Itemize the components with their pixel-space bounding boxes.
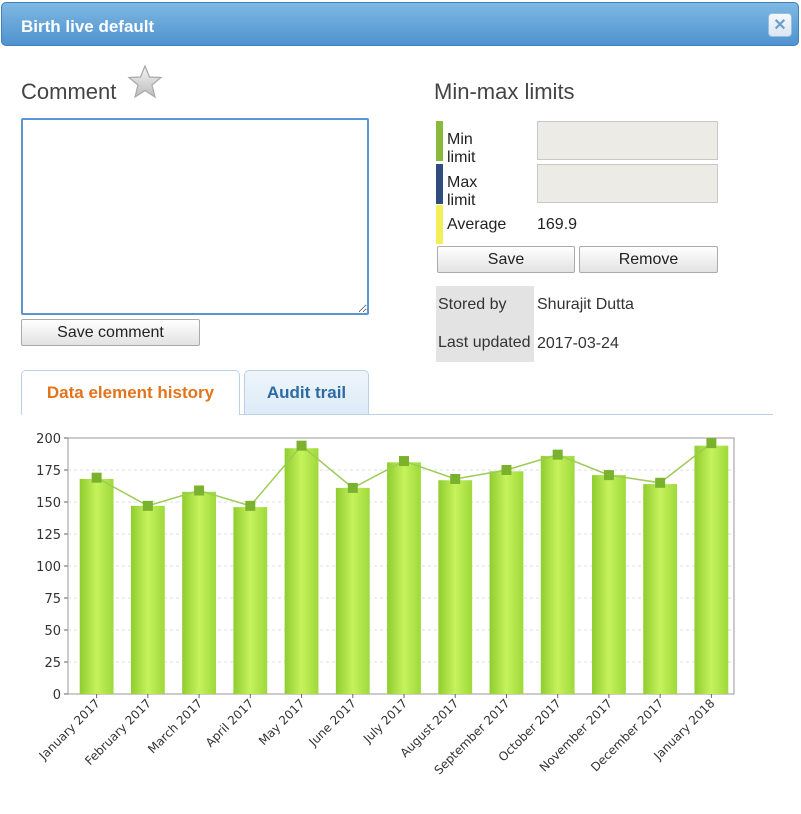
y-tick-label: 25: [44, 656, 61, 671]
comment-heading: Comment: [21, 79, 117, 104]
star-icon[interactable]: [127, 64, 163, 100]
y-tick-label: 200: [36, 432, 61, 447]
y-tick-label: 125: [36, 528, 61, 543]
series-point: [450, 473, 461, 484]
chart-bar: [592, 475, 626, 694]
chart-bar: [284, 448, 319, 694]
min-color-swatch: [436, 121, 443, 161]
y-tick-label: 150: [36, 496, 61, 511]
save-limits-button[interactable]: Save: [437, 246, 575, 273]
last-updated-label: Last updated: [436, 324, 534, 362]
dialog-title: Birth live default: [21, 17, 155, 36]
average-label: Average: [447, 216, 507, 233]
chart-bar: [130, 505, 165, 694]
series-point: [655, 477, 666, 488]
tab-audit-trail[interactable]: Audit trail: [244, 370, 369, 415]
series-point: [706, 438, 717, 449]
remove-limits-button[interactable]: Remove: [579, 246, 718, 273]
y-tick-label: 50: [44, 624, 61, 639]
chart-bar: [643, 484, 678, 694]
series-point: [245, 500, 256, 511]
comment-textarea[interactable]: [21, 118, 369, 315]
max-limit-input[interactable]: [537, 164, 718, 203]
chart-bar: [694, 445, 729, 694]
close-icon[interactable]: ✕: [768, 13, 792, 37]
chart-bar: [79, 478, 114, 694]
series-point: [296, 440, 307, 451]
chart-bar: [387, 462, 421, 694]
minmax-heading: Min-max limits: [434, 79, 575, 104]
series-point: [399, 456, 409, 467]
series-point: [552, 449, 563, 460]
chart-bar: [540, 455, 575, 694]
series-point: [347, 482, 358, 493]
y-tick-label: 0: [53, 688, 61, 703]
series-point: [501, 465, 512, 475]
stored-by-value: Shurajit Dutta: [537, 296, 634, 313]
chart-bar: [335, 487, 370, 694]
chart-bar: [438, 480, 473, 694]
y-tick-label: 100: [36, 560, 61, 575]
save-comment-button[interactable]: Save comment: [21, 319, 200, 346]
y-tick-label: 175: [36, 464, 61, 479]
tab-data-element-history[interactable]: Data element history: [21, 370, 240, 415]
series-point: [603, 470, 614, 481]
average-value: 169.9: [537, 216, 578, 233]
history-chart: 0255075100125150175200January 2017Februa…: [22, 428, 747, 798]
last-updated-value: 2017-03-24: [537, 335, 619, 352]
y-tick-label: 75: [44, 592, 61, 607]
dialog-titlebar: Birth live default ✕: [1, 2, 799, 46]
max-color-swatch: [436, 164, 443, 204]
chart-bar: [182, 491, 216, 694]
min-limit-input[interactable]: [537, 121, 718, 160]
max-limit-label: Max limit: [447, 174, 478, 209]
series-point: [142, 500, 153, 511]
min-limit-label: Min limit: [447, 131, 476, 166]
average-color-swatch: [436, 205, 443, 244]
chart-bar: [233, 507, 268, 694]
series-point: [194, 485, 205, 496]
series-point: [91, 472, 102, 483]
chart-bar: [489, 471, 524, 694]
stored-by-label: Stored by: [436, 286, 534, 324]
